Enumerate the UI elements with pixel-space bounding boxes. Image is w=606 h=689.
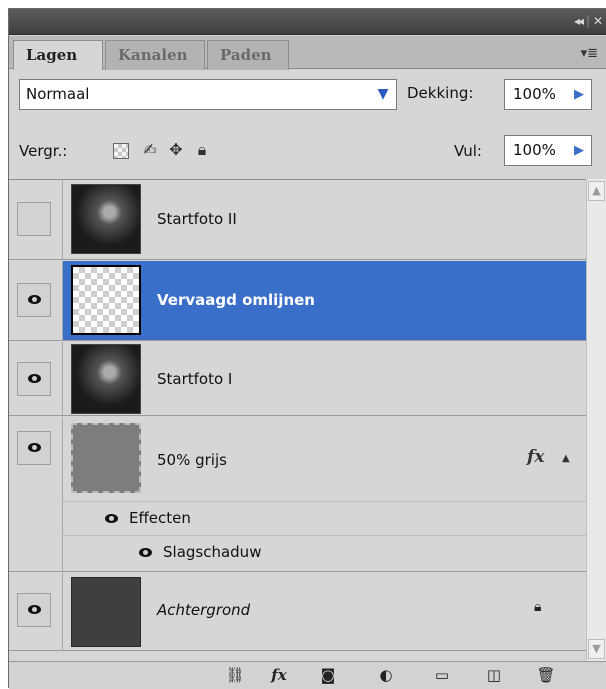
brush-icon[interactable]: ✍ (139, 139, 161, 161)
eye-icon (28, 295, 41, 304)
lock-row: Vergr.: ✍ ✥ 🔒︎ Vul: 100% ▶ (9, 135, 606, 167)
panel-footer: ⛓ fx ◙ ◐ ▭ ◫ 🗑︎ (9, 661, 606, 689)
lock-icon[interactable]: 🔒︎ (191, 139, 213, 161)
fx-icon[interactable]: fx (265, 664, 293, 686)
layer-name: Achtergrond (157, 601, 251, 619)
lock-transparency-icon[interactable] (113, 143, 129, 159)
fill-slider-icon[interactable]: ▶ (569, 138, 589, 163)
visibility-cell[interactable] (9, 180, 63, 259)
new-layer-icon[interactable]: ◫ (481, 664, 507, 686)
layer-row[interactable]: Startfoto II (9, 180, 586, 260)
layer-name: Startfoto I (157, 370, 233, 388)
visibility-toggle[interactable] (17, 283, 51, 317)
visibility-cell[interactable] (9, 417, 63, 571)
layer-row[interactable]: 50% grijs fx ▲ Effecten Slagschaduw (9, 417, 586, 572)
fill-field[interactable]: 100% ▶ (504, 135, 592, 166)
visibility-toggle[interactable] (17, 362, 51, 396)
visibility-cell[interactable] (9, 261, 63, 340)
scroll-up-icon[interactable]: ▲ (588, 181, 605, 201)
chevron-down-icon[interactable]: ▼ (372, 83, 394, 106)
opacity-value: 100% (513, 85, 556, 103)
layer-name: Startfoto II (157, 210, 237, 228)
visibility-toggle[interactable] (17, 593, 51, 627)
panel-titlebar: ◂◂ | ✕ (9, 9, 606, 35)
lock-icon: 🔒︎ (534, 599, 542, 615)
layer-name: 50% grijs (157, 451, 227, 469)
lock-label: Vergr.: (19, 142, 68, 160)
eye-icon (28, 605, 41, 614)
blend-mode-select[interactable]: Normaal ▼ (19, 79, 397, 110)
blend-row: Normaal ▼ Dekking: 100% ▶ (9, 79, 606, 111)
adjustment-icon[interactable]: ◐ (373, 664, 399, 686)
visibility-cell[interactable] (9, 342, 63, 415)
fill-label: Vul: (454, 142, 482, 160)
visibility-toggle[interactable] (17, 202, 51, 236)
effects-label: Effecten (129, 509, 191, 527)
layers-panel: ◂◂ | ✕ Lagen Kanalen Paden ▾≣ Normaal ▼ … (8, 8, 606, 689)
layer-thumbnail (71, 577, 141, 647)
fill-value: 100% (513, 141, 556, 159)
close-icon[interactable]: ✕ (593, 14, 603, 28)
visibility-cell[interactable] (9, 573, 63, 650)
opacity-field[interactable]: 100% ▶ (504, 79, 592, 110)
layers-list: Startfoto II Vervaagd omlijnen Startfoto… (9, 179, 586, 661)
effect-item-row[interactable]: Slagschaduw (63, 535, 586, 569)
scroll-down-icon[interactable]: ▼ (588, 639, 605, 659)
blend-mode-value: Normaal (26, 85, 90, 103)
mask-icon[interactable]: ◙ (315, 664, 341, 686)
panel-menu-icon[interactable]: ▾≣ (581, 46, 598, 61)
trash-icon[interactable]: 🗑︎ (533, 664, 559, 686)
layer-thumbnail (71, 265, 141, 335)
folder-icon[interactable]: ▭ (429, 664, 455, 686)
visibility-toggle[interactable] (17, 431, 51, 465)
triangle-up-icon[interactable]: ▲ (562, 453, 570, 464)
effect-name: Slagschaduw (163, 543, 262, 561)
layer-thumbnail (71, 423, 141, 493)
layer-row[interactable]: Vervaagd omlijnen (9, 261, 586, 341)
tab-paden[interactable]: Paden (207, 40, 289, 70)
link-icon[interactable]: ⛓ (221, 664, 249, 686)
layers-scrollbar[interactable]: ▲ ▼ (586, 179, 606, 661)
opacity-slider-icon[interactable]: ▶ (569, 82, 589, 107)
eye-icon (28, 443, 41, 452)
eye-icon (28, 374, 41, 383)
eye-icon[interactable] (139, 548, 152, 557)
layer-row[interactable]: Startfoto I (9, 342, 586, 416)
layer-thumbnail (71, 344, 141, 414)
move-icon[interactable]: ✥ (165, 139, 187, 161)
layer-thumbnail (71, 184, 141, 254)
collapse-icon[interactable]: ◂◂ (574, 14, 584, 28)
eye-icon[interactable] (105, 514, 118, 523)
titlebar-separator: | (585, 14, 590, 28)
fx-icon[interactable]: fx (527, 447, 544, 467)
layer-row[interactable]: Achtergrond 🔒︎ (9, 573, 586, 651)
tab-lagen[interactable]: Lagen (13, 40, 103, 70)
layer-name: Vervaagd omlijnen (157, 291, 315, 309)
tab-bar: Lagen Kanalen Paden ▾≣ (9, 36, 606, 70)
effects-row[interactable]: Effecten (63, 501, 586, 535)
tab-kanalen[interactable]: Kanalen (105, 40, 205, 70)
opacity-label: Dekking: (407, 84, 474, 102)
